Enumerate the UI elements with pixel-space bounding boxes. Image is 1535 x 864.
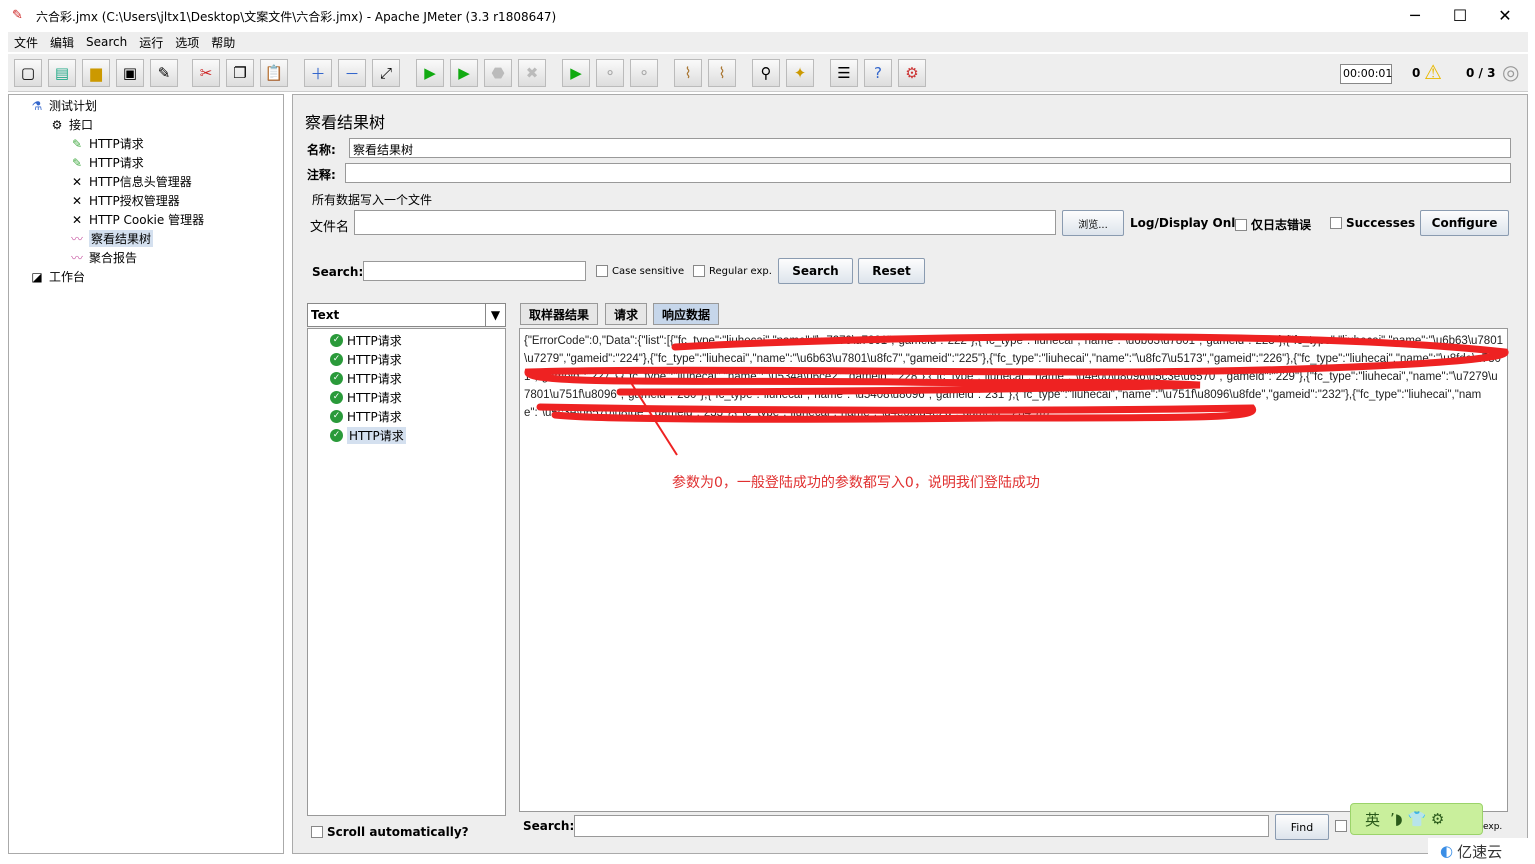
ime-toolbar[interactable]: 英 ʼ◗ 👕 ⚙	[1350, 803, 1483, 835]
response-search-label: Search:	[523, 819, 575, 833]
watermark: ◐ 亿速云	[1428, 838, 1535, 864]
find-button[interactable]: Find	[1275, 814, 1329, 840]
scribble-path	[524, 333, 1509, 423]
regex-exp-label: exp.	[1483, 822, 1503, 832]
red-scribble-annotation	[524, 333, 1509, 456]
response-search-input[interactable]	[574, 815, 1269, 837]
regex-find-checkbox[interactable]	[1335, 820, 1347, 832]
watermark-logo-icon: ◐	[1440, 842, 1454, 860]
annotation-note: 参数为0，一般登陆成功的参数都写入0，说明我们登陆成功	[672, 475, 1040, 491]
ime-tools-icon[interactable]: ʼ◗ 👕 ⚙	[1390, 810, 1444, 828]
